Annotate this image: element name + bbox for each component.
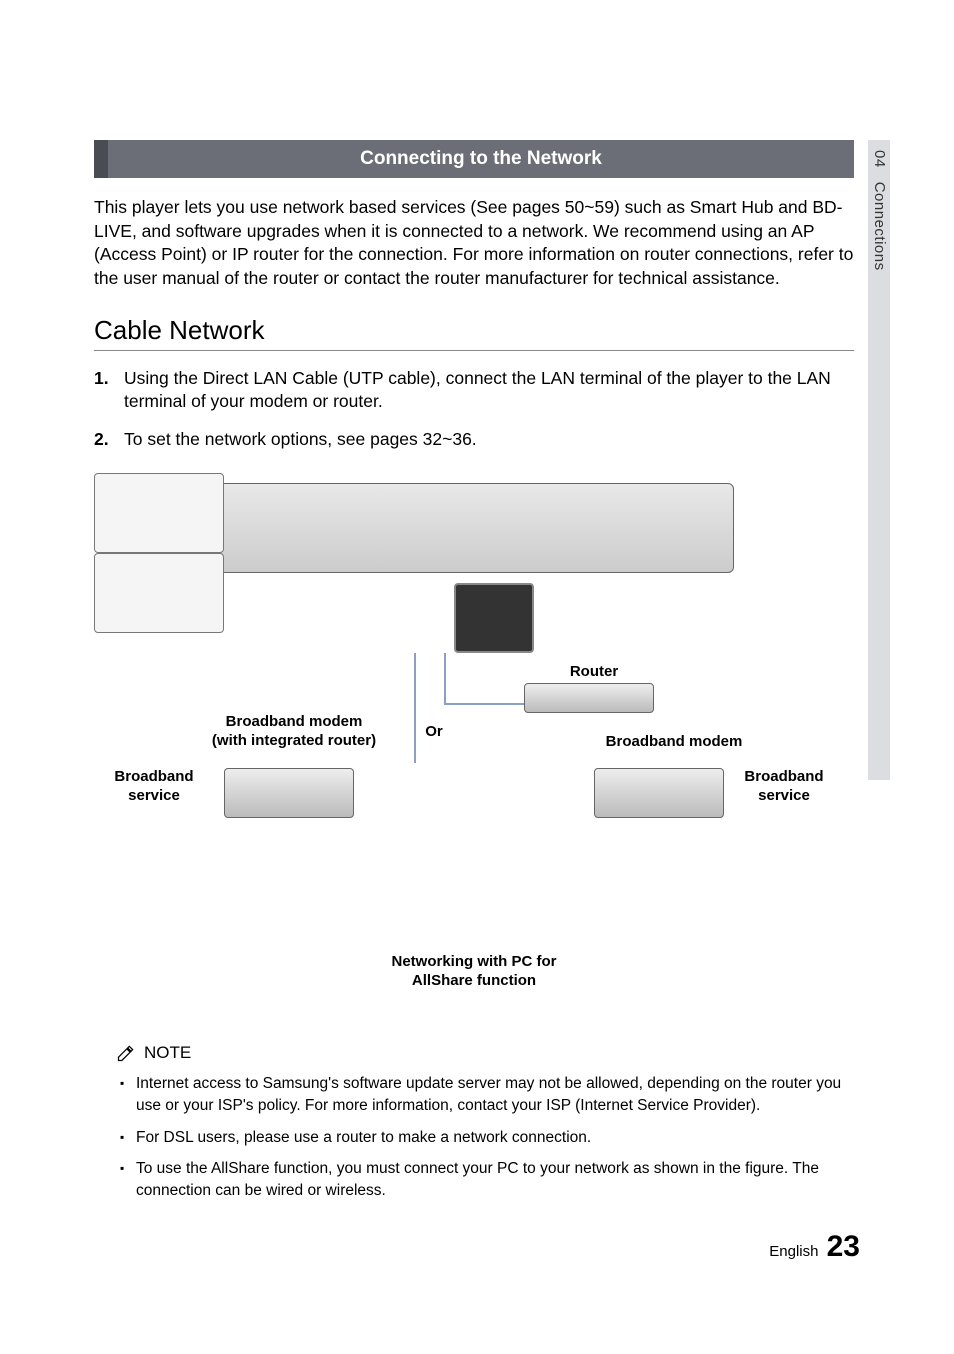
pencil-icon [116, 1043, 136, 1063]
chapter-number: 04 [871, 150, 888, 168]
note-list: Internet access to Samsung's software up… [94, 1073, 854, 1201]
label-or: Or [414, 723, 454, 742]
player-rear-panel-illustration [174, 483, 734, 573]
page-footer: English 23 [769, 1230, 860, 1264]
subheading-cable-network: Cable Network [94, 315, 854, 351]
side-chapter-label: 04 Connections [871, 150, 888, 271]
laptop-illustration-right [94, 553, 224, 633]
note-item: Internet access to Samsung's software up… [136, 1073, 854, 1116]
note-item: To use the AllShare function, you must c… [136, 1158, 854, 1201]
lan-port-callout [454, 583, 534, 653]
laptop-illustration-left [94, 473, 224, 553]
chapter-title: Connections [871, 182, 888, 271]
broadband-modem-integrated-illustration [224, 768, 354, 818]
page-number: 23 [827, 1230, 860, 1263]
router-illustration [524, 683, 654, 713]
note-block: NOTE Internet access to Samsung's softwa… [94, 1043, 854, 1201]
steps-list: Using the Direct LAN Cable (UTP cable), … [94, 367, 854, 452]
note-item: For DSL users, please use a router to ma… [136, 1127, 854, 1149]
label-broadband-modem: Broadband modem [594, 733, 754, 752]
broadband-modem-illustration [594, 768, 724, 818]
label-router: Router [544, 663, 644, 682]
footer-language: English [769, 1243, 818, 1260]
intro-paragraph: This player lets you use network based s… [94, 196, 854, 291]
section-banner: Connecting to the Network [94, 140, 854, 178]
step-2: To set the network options, see pages 32… [94, 428, 854, 452]
label-broadband-modem-integrated: Broadband modem (with integrated router) [194, 713, 394, 751]
page-content: Connecting to the Network This player le… [94, 140, 854, 1212]
diagram-caption: Networking with PC for AllShare function [364, 953, 584, 991]
connector-line [444, 653, 446, 703]
connector-line [414, 653, 416, 703]
label-broadband-service-right: Broadband service [734, 768, 834, 806]
label-broadband-service-left: Broadband service [104, 768, 204, 806]
note-heading: NOTE [94, 1043, 854, 1063]
note-heading-text: NOTE [144, 1043, 191, 1063]
network-diagram: Router Or Broadband modem (with integrat… [94, 473, 854, 1013]
step-1: Using the Direct LAN Cable (UTP cable), … [94, 367, 854, 414]
